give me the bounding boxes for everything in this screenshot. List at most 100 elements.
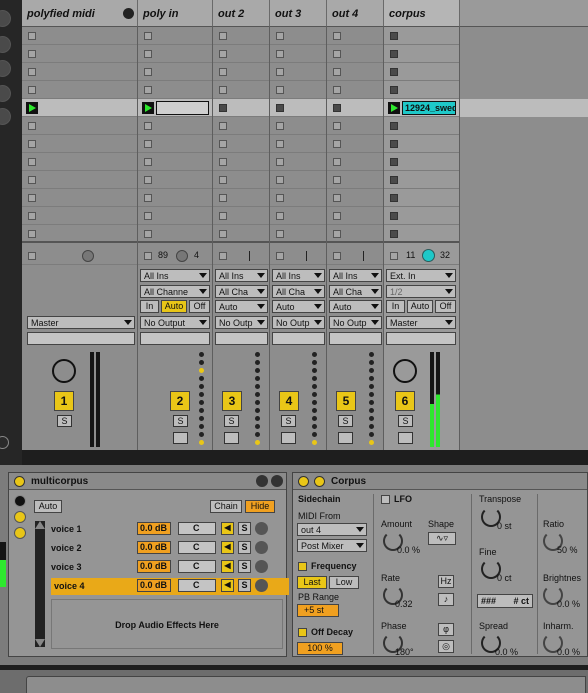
chain-row[interactable]: voice 3 0.0 dB C ◀ S (51, 559, 289, 576)
browser-icon[interactable] (0, 10, 11, 27)
macro-icon[interactable] (14, 495, 26, 507)
solo-button[interactable]: S (57, 415, 72, 427)
speaker-icon[interactable]: ◀ (221, 560, 234, 573)
output-select[interactable]: No Outp (215, 316, 268, 329)
clip-stop-button[interactable] (219, 194, 227, 202)
chain-volume[interactable]: 0.0 dB (137, 579, 171, 592)
clip-slot[interactable] (156, 101, 209, 115)
clip-stop-button[interactable] (219, 230, 227, 238)
speaker-icon[interactable]: ◀ (221, 522, 234, 535)
clip-stop-button[interactable] (144, 212, 152, 220)
solo-button[interactable]: S (338, 415, 353, 427)
clip-stop-button[interactable] (219, 158, 227, 166)
channel-select[interactable]: 1/2 (386, 285, 456, 298)
clip-stop-button[interactable] (28, 32, 36, 40)
stop-button[interactable] (276, 252, 284, 260)
output-channel-select[interactable] (329, 332, 382, 345)
output-channel-select[interactable] (386, 332, 456, 345)
chain-pan[interactable]: C (178, 522, 216, 535)
output-channel-select[interactable] (215, 332, 268, 345)
solo-button[interactable]: S (398, 415, 413, 427)
chain-solo-button[interactable]: S (238, 541, 251, 554)
clip-stop-button[interactable] (390, 230, 398, 238)
low-button[interactable]: Low (329, 576, 359, 589)
chain-button[interactable]: Chain (210, 500, 242, 513)
off-decay-toggle[interactable] (298, 628, 307, 637)
channel-select[interactable]: All Channe (140, 285, 210, 298)
chain-pan[interactable]: C (178, 541, 216, 554)
hide-button[interactable]: Hide (245, 500, 275, 513)
track-number[interactable]: 3 (222, 391, 242, 411)
speaker-icon[interactable]: ◀ (221, 579, 234, 592)
clip-stop-button[interactable] (333, 230, 341, 238)
monitor-auto-button[interactable]: Auto (407, 300, 433, 313)
output-select[interactable]: No Outp (272, 316, 325, 329)
last-button[interactable]: Last (297, 576, 327, 589)
track-number[interactable]: 1 (54, 391, 74, 411)
off-decay-value[interactable]: 100 % (297, 642, 343, 655)
clip-stop-button[interactable] (276, 32, 284, 40)
clip-stop-button[interactable] (219, 32, 227, 40)
track-number[interactable]: 4 (279, 391, 299, 411)
track-header-out-3[interactable]: out 3 (270, 0, 327, 27)
output-channel-select[interactable] (27, 332, 135, 345)
input-select[interactable]: All Ins (272, 269, 325, 282)
clip-play-icon[interactable] (26, 102, 38, 114)
clip-stop-button[interactable] (276, 212, 284, 220)
monitor-in-button[interactable]: In (140, 300, 159, 313)
channel-select[interactable]: All Cha (272, 285, 325, 298)
output-select[interactable]: No Outp (329, 316, 382, 329)
clip-stop-button[interactable] (144, 122, 152, 130)
chain-solo-button[interactable]: S (238, 579, 251, 592)
clip-stop-button[interactable] (276, 50, 284, 58)
clip-stop-button[interactable] (144, 68, 152, 76)
clip-stop-button[interactable] (144, 230, 152, 238)
output-select[interactable]: Master (27, 316, 135, 329)
note-display[interactable]: ### # ct (477, 594, 533, 608)
clip-stop-button[interactable] (276, 86, 284, 94)
clip-icon[interactable] (0, 85, 11, 102)
clip-stop-button[interactable] (390, 194, 398, 202)
volume-knob[interactable] (393, 359, 417, 383)
clip-stop-button[interactable] (276, 122, 284, 130)
clip-stop-button[interactable] (28, 158, 36, 166)
chain-row-selected[interactable]: voice 4 0.0 dB C ◀ S (51, 578, 289, 595)
clip-stop-button[interactable] (390, 140, 398, 148)
scroll-down-icon[interactable] (35, 639, 45, 647)
clip-stop-button[interactable] (28, 86, 36, 94)
device-icon[interactable] (0, 36, 11, 53)
clip-stop-button[interactable] (276, 194, 284, 202)
arm-button[interactable] (338, 432, 353, 444)
track-header-polyfied-midi[interactable]: polyfied midi (22, 0, 138, 27)
clip-stop-button[interactable] (144, 86, 152, 94)
channel-select[interactable]: All Cha (215, 285, 268, 298)
scroll-up-icon[interactable] (35, 521, 45, 529)
clip-stop-button[interactable] (219, 86, 227, 94)
stop-all-button[interactable] (28, 252, 36, 260)
clip-stop-button[interactable] (390, 86, 398, 94)
monitor-auto-button[interactable]: Auto (161, 300, 187, 313)
clip-stop-button[interactable] (333, 86, 341, 94)
clip-play-icon[interactable] (142, 102, 154, 114)
clip-stop-button[interactable] (390, 122, 398, 130)
shape-select[interactable]: ∿▿ (428, 532, 456, 545)
clip-stop-button[interactable] (390, 50, 398, 58)
clip-stop-button[interactable] (276, 68, 284, 76)
clip-stop-button[interactable] (333, 122, 341, 130)
clip-stop-button[interactable] (333, 140, 341, 148)
clip-stop-button[interactable] (28, 230, 36, 238)
knob-icon[interactable] (422, 249, 435, 262)
clip-stop-button[interactable] (219, 212, 227, 220)
output-select[interactable]: No Output (140, 316, 210, 329)
track-number[interactable]: 5 (336, 391, 356, 411)
clip-play-icon[interactable] (388, 102, 400, 114)
clip-stop-button[interactable] (144, 176, 152, 184)
clip-stop-button[interactable] (28, 122, 36, 130)
speaker-icon[interactable]: ◀ (221, 541, 234, 554)
clip-stop-button[interactable] (144, 194, 152, 202)
device-list-icon[interactable] (14, 527, 26, 539)
clip-stop-button[interactable] (219, 50, 227, 58)
arm-button[interactable] (281, 432, 296, 444)
clip-stop-button[interactable] (390, 176, 398, 184)
input-select[interactable]: Ext. In (386, 269, 456, 282)
